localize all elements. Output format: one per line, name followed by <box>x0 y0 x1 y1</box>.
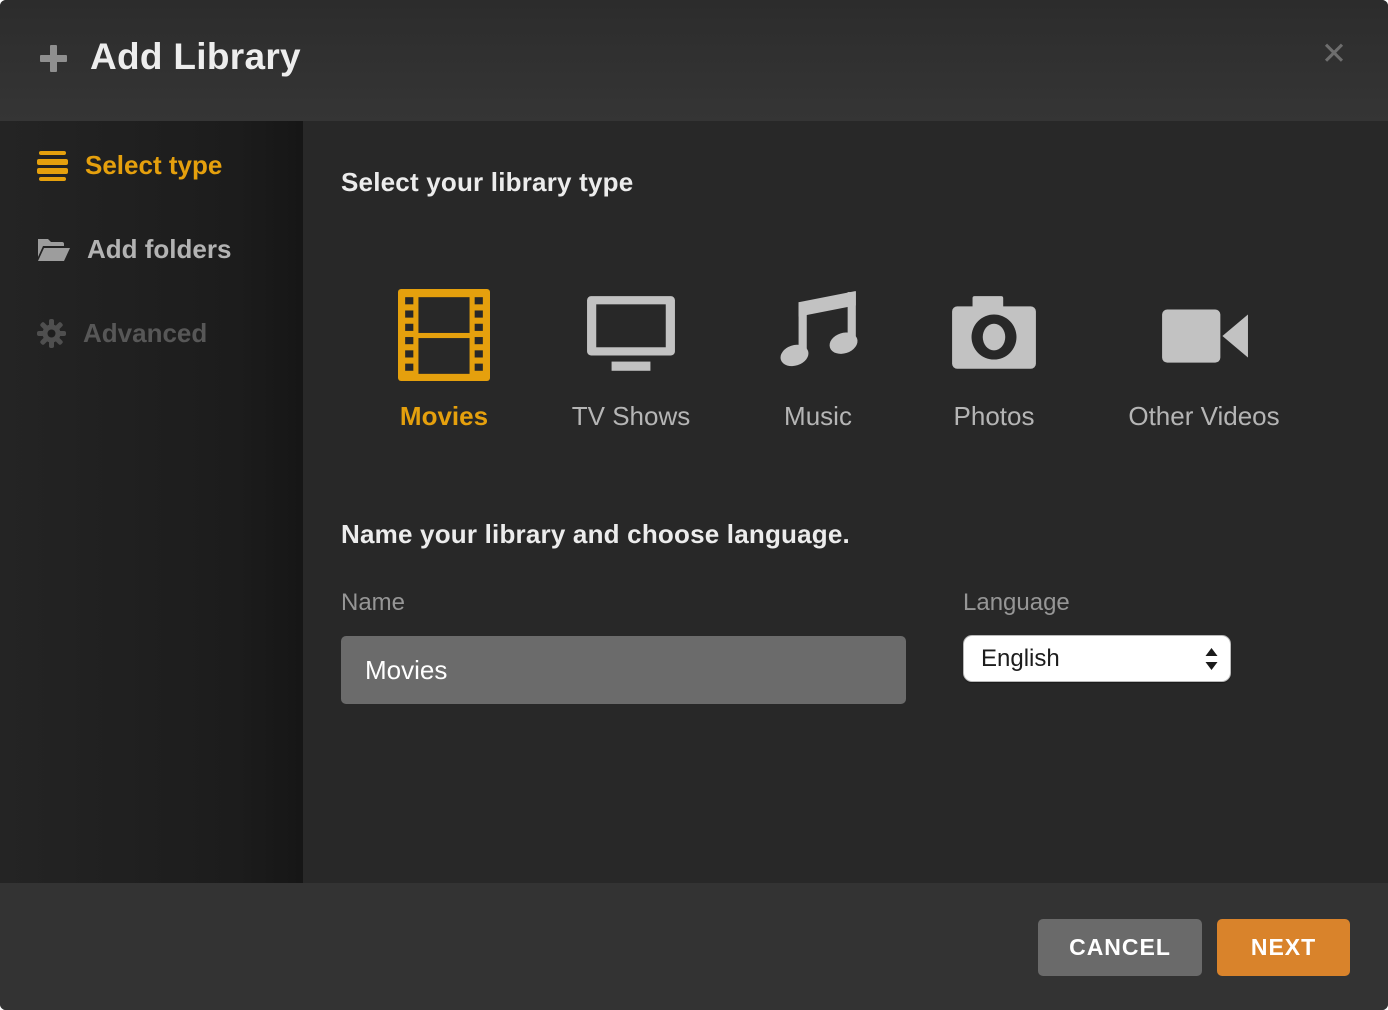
video-camera-icon <box>1158 289 1250 384</box>
close-button[interactable]: ✕ <box>1310 30 1358 78</box>
main-panel: Select your library type <box>303 121 1388 883</box>
sidebar-item-label: Add folders <box>87 234 231 265</box>
film-strip-icon <box>398 289 490 384</box>
wizard-steps-sidebar: Select type Add folders <box>0 121 303 883</box>
music-notes-icon <box>772 289 864 384</box>
next-button[interactable]: NEXT <box>1217 919 1350 976</box>
name-language-heading: Name your library and choose language. <box>341 519 850 550</box>
sidebar-item-advanced: Advanced <box>36 311 207 355</box>
library-type-photos[interactable]: Photos <box>919 289 1069 432</box>
dialog-header: Add Library ✕ <box>0 0 1388 121</box>
add-library-dialog: Add Library ✕ Select type <box>0 0 1388 1010</box>
plus-icon <box>38 43 69 79</box>
library-type-movies[interactable]: Movies <box>369 289 519 432</box>
tv-icon <box>585 289 677 384</box>
cancel-button[interactable]: CANCEL <box>1038 919 1202 976</box>
list-icon <box>36 150 69 181</box>
library-name-input[interactable] <box>341 636 906 704</box>
gear-icon <box>36 318 67 349</box>
library-type-heading: Select your library type <box>341 167 633 198</box>
language-field-label: Language <box>963 589 1070 617</box>
library-type-label: TV Shows <box>572 401 691 432</box>
library-type-label: Movies <box>400 401 488 432</box>
sidebar-item-label: Advanced <box>83 318 207 349</box>
library-type-label: Other Videos <box>1128 401 1279 432</box>
camera-icon <box>948 289 1040 384</box>
library-type-label: Music <box>784 401 852 432</box>
sidebar-item-add-folders[interactable]: Add folders <box>36 227 231 271</box>
select-stepper-icon <box>1204 647 1219 671</box>
sidebar-item-select-type[interactable]: Select type <box>36 143 222 187</box>
close-icon: ✕ <box>1321 36 1347 72</box>
library-type-music[interactable]: Music <box>743 289 893 432</box>
open-folder-icon <box>36 235 71 263</box>
dialog-footer: CANCEL NEXT <box>0 883 1388 1010</box>
language-select-value: English <box>981 645 1204 673</box>
library-type-tv-shows[interactable]: TV Shows <box>556 289 706 432</box>
library-type-other-videos[interactable]: Other Videos <box>1129 289 1279 432</box>
dialog-title: Add Library <box>90 36 301 78</box>
sidebar-item-label: Select type <box>85 150 222 181</box>
library-type-row: Movies TV Shows <box>369 289 1279 432</box>
language-select[interactable]: English <box>963 635 1231 682</box>
library-type-label: Photos <box>954 401 1035 432</box>
name-field-label: Name <box>341 589 405 617</box>
